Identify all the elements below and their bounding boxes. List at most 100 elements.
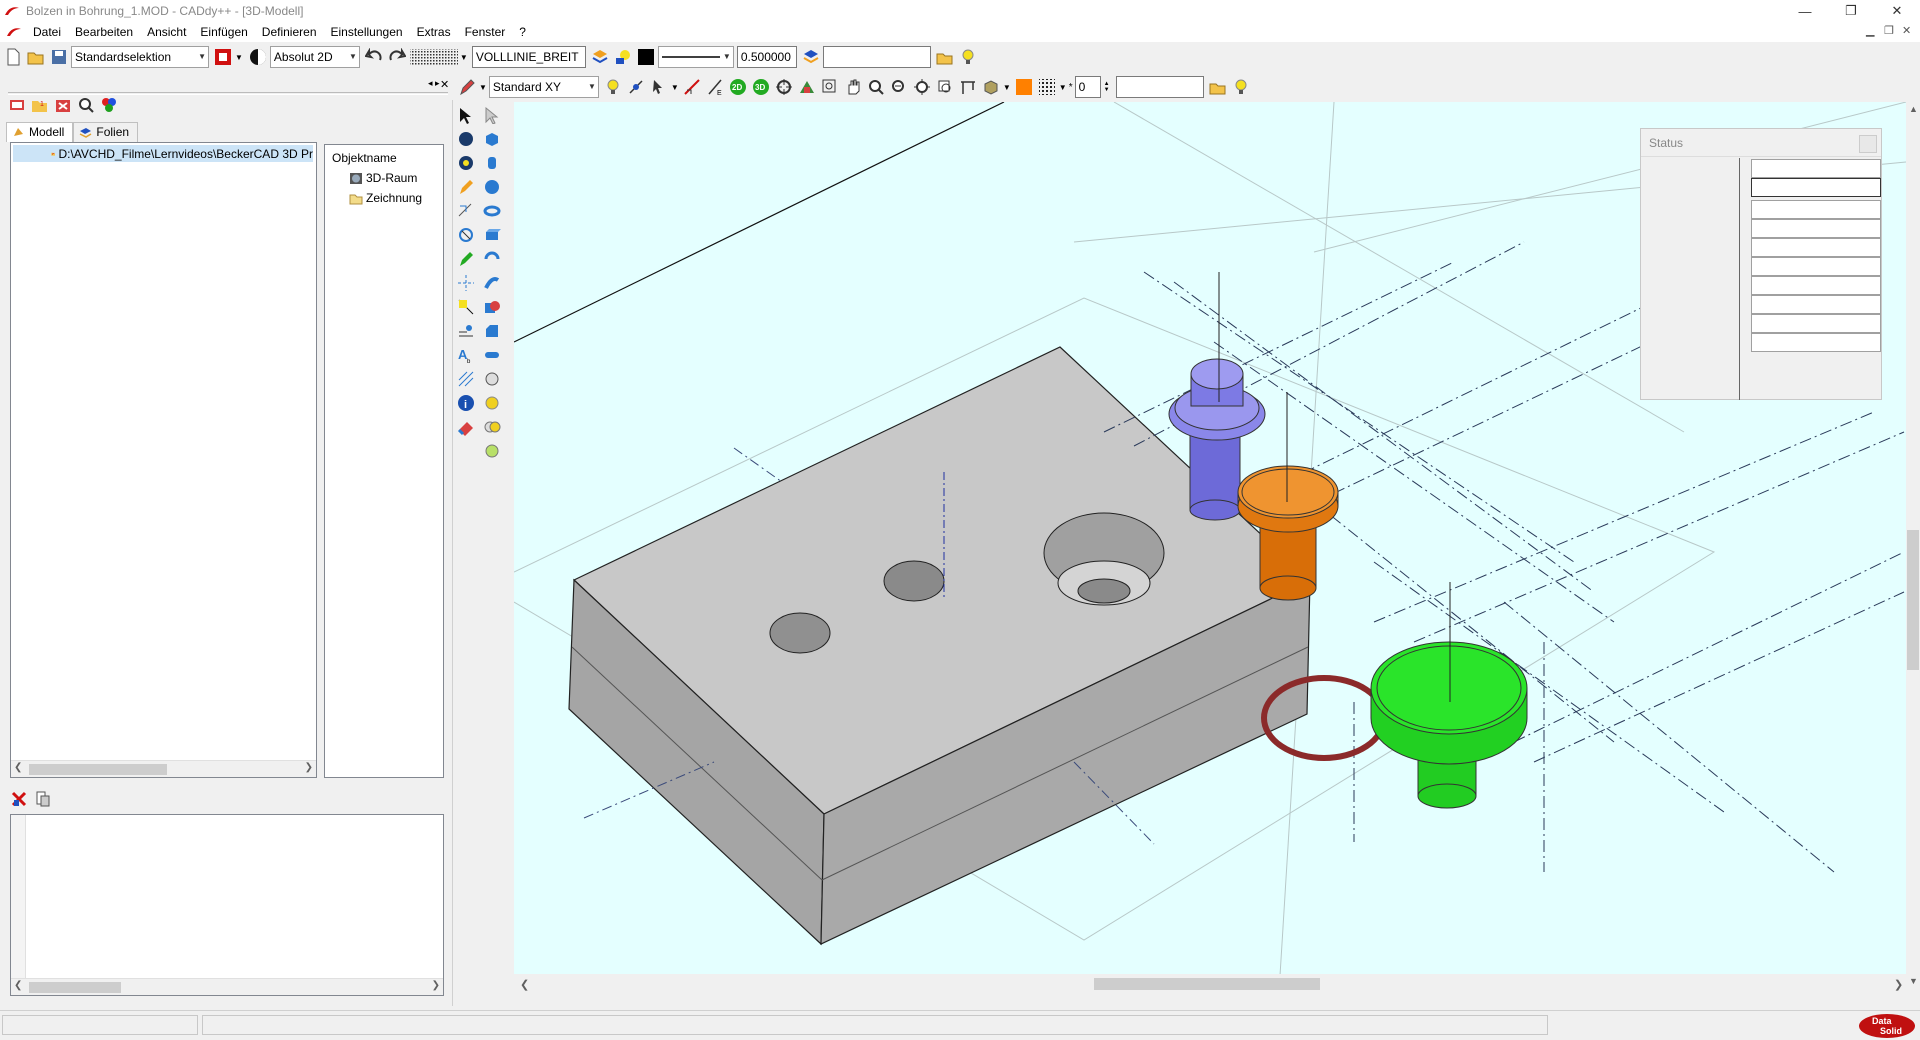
hatch-icon[interactable] [1036, 76, 1058, 98]
menu-bearbeiten[interactable]: Bearbeiten [68, 25, 140, 39]
zoom-all-icon[interactable] [911, 76, 933, 98]
minimize-button[interactable]: — [1782, 0, 1828, 22]
rotate-view-icon[interactable] [773, 76, 795, 98]
perspective-icon[interactable] [796, 76, 818, 98]
text-tool-icon[interactable]: Ab [455, 344, 477, 366]
select-box-icon[interactable] [212, 46, 234, 68]
layer-light-icon[interactable] [612, 46, 634, 68]
status-field-1[interactable] [1751, 159, 1881, 178]
model-tree-icon[interactable] [6, 94, 28, 116]
status-field-2[interactable] [1751, 178, 1881, 197]
menu-einstellungen[interactable]: Einstellungen [324, 25, 410, 39]
props-scroll-left-icon[interactable]: ❮ [14, 980, 22, 991]
cursor-snap-icon[interactable] [648, 76, 670, 98]
properties-scroll-thumb[interactable] [29, 982, 121, 993]
draw-line-icon[interactable] [455, 248, 477, 270]
hatch-tool-icon[interactable] [455, 368, 477, 390]
zoom-in-icon[interactable] [865, 76, 887, 98]
view-layer-field[interactable] [1115, 76, 1204, 98]
viewport-hscroll-thumb[interactable] [1094, 978, 1320, 990]
snap-icon[interactable] [625, 76, 647, 98]
layer-name-field[interactable] [822, 46, 931, 68]
select-dropdown-icon[interactable]: ▼ [235, 53, 243, 62]
new-file-icon[interactable] [2, 46, 24, 68]
edge-line-icon[interactable]: E [704, 76, 726, 98]
snap-dropdown-icon[interactable]: ▼ [671, 83, 679, 92]
dimension-tool-icon[interactable] [455, 200, 477, 222]
status-field-10[interactable] [1751, 333, 1881, 352]
menu-extras[interactable]: Extras [410, 25, 458, 39]
chamfer-icon[interactable] [481, 320, 503, 342]
view-lightbulb-icon[interactable] [1230, 76, 1252, 98]
mdi-restore-button[interactable]: ❐ [1884, 24, 1894, 37]
color-swatch-icon[interactable] [635, 46, 657, 68]
viewport-scroll-right-icon[interactable]: ❯ [1894, 979, 1903, 991]
extrude-icon[interactable] [481, 224, 503, 246]
line-style-select[interactable]: ▼ [657, 46, 734, 68]
mdi-close-button[interactable]: ✕ [1902, 24, 1911, 37]
status-field-3[interactable] [1751, 200, 1881, 219]
view-plane-select[interactable]: Standard XY ▼ [488, 76, 599, 98]
select-arrow-icon[interactable] [455, 104, 477, 126]
render-spheres-icon[interactable] [481, 416, 503, 438]
copy-properties-icon[interactable] [31, 788, 53, 810]
close-button[interactable]: ✕ [1874, 0, 1920, 22]
viewport-scroll-left-icon[interactable]: ❮ [520, 979, 529, 991]
sphere-dark-icon[interactable] [455, 128, 477, 150]
save-icon[interactable] [48, 46, 70, 68]
revolve-icon[interactable] [481, 248, 503, 270]
line-width-field[interactable]: 0.500000 [736, 46, 797, 68]
document-menu-icon[interactable] [6, 26, 22, 38]
delete-properties-icon[interactable] [8, 788, 30, 810]
linetype-field[interactable]: VOLLLINIE_BREIT [471, 46, 586, 68]
fill-color-icon[interactable] [1013, 76, 1035, 98]
section-plane-icon[interactable] [957, 76, 979, 98]
status-field-9[interactable] [1751, 314, 1881, 333]
folder-layer-icon[interactable] [934, 46, 956, 68]
sphere-pair-icon[interactable] [481, 368, 503, 390]
panel-pin-icon[interactable]: ◂ ▸ [428, 78, 440, 89]
tab-folien[interactable]: Folien [73, 122, 139, 142]
sphere-icon[interactable] [481, 176, 503, 198]
pan-hand-icon[interactable] [842, 76, 864, 98]
edit-line-icon[interactable] [681, 76, 703, 98]
hatch-dropdown-icon[interactable]: ▼ [1059, 83, 1067, 92]
view-2d-button[interactable]: 2D [727, 76, 749, 98]
grid-icon[interactable] [409, 46, 459, 68]
zoom-previous-icon[interactable] [934, 76, 956, 98]
sketch-pencil-icon[interactable] [455, 176, 477, 198]
menu-ansicht[interactable]: Ansicht [140, 25, 193, 39]
open-folder-icon[interactable] [25, 46, 47, 68]
torus-icon[interactable] [481, 200, 503, 222]
spin-buttons[interactable]: ▲ ▼ [1104, 81, 1110, 93]
cylinder-icon[interactable] [481, 152, 503, 174]
search-object-icon[interactable] [75, 94, 97, 116]
zoom-out-icon[interactable] [888, 76, 910, 98]
menu-einfuegen[interactable]: Einfügen [193, 25, 254, 39]
pipe-icon[interactable] [481, 272, 503, 294]
status-field-7[interactable] [1751, 276, 1881, 295]
props-scroll-right-icon[interactable]: ❯ [432, 980, 440, 991]
transform-icon[interactable] [455, 224, 477, 246]
pen-tool-icon[interactable] [456, 76, 478, 98]
lightbulb-icon[interactable] [957, 46, 979, 68]
model-tree-hscroll[interactable]: ❮ ❯ [11, 760, 316, 777]
scroll-right-icon[interactable]: ❯ [305, 762, 313, 773]
slot-icon[interactable] [481, 344, 503, 366]
spin-value-field[interactable]: 0 [1074, 76, 1101, 98]
object-item-zeichnung[interactable]: Zeichnung [349, 191, 422, 205]
texture-icon[interactable] [481, 440, 503, 462]
point-snap-icon[interactable] [455, 296, 477, 318]
info-icon[interactable]: i [455, 392, 477, 414]
menu-datei[interactable]: Datei [26, 25, 68, 39]
view-3d-button[interactable]: 3D [750, 76, 772, 98]
viewport-vscroll-thumb[interactable] [1907, 530, 1919, 670]
material-icon[interactable] [481, 392, 503, 414]
restore-button[interactable]: ❐ [1828, 0, 1874, 22]
layer-stack-icon[interactable] [589, 46, 611, 68]
redo-icon[interactable] [386, 46, 408, 68]
menu-help[interactable]: ? [512, 25, 533, 39]
pen-dropdown-icon[interactable]: ▼ [479, 83, 487, 92]
status-field-4[interactable] [1751, 219, 1881, 238]
viewport-vscroll[interactable]: ▲ ▼ [1906, 102, 1920, 992]
